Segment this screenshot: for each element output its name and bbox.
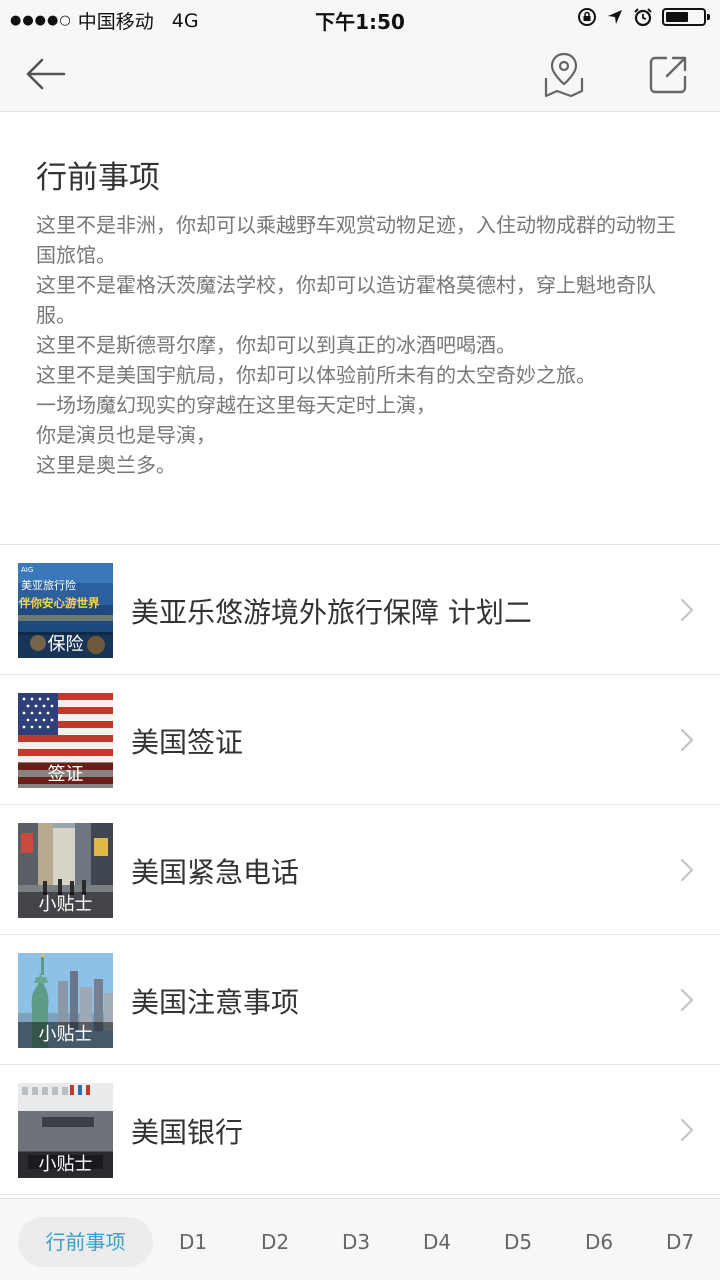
back-arrow-icon[interactable] xyxy=(22,50,70,98)
day-tab-bar: 行前事项 D1 D2 D3 D4 D5 D6 D7 xyxy=(0,1198,720,1280)
tab-pre-trip[interactable]: 行前事项 xyxy=(18,1217,153,1267)
list-item-notices[interactable]: 小贴士 美国注意事项 xyxy=(0,935,720,1065)
tab-d6[interactable]: D6 xyxy=(573,1217,625,1267)
intro-section: 行前事项 这里不是非洲，你却可以乘越野车观赏动物足迹，入住动物成群的动物王国旅馆… xyxy=(0,112,720,544)
thumbnail-badge: 小贴士 xyxy=(18,1022,113,1048)
list-item-title: 美国注意事项 xyxy=(131,986,300,1019)
intro-line: 你是演员也是导演， xyxy=(36,423,216,447)
thumbnail-badge: 签证 xyxy=(18,762,113,788)
intro-line: 一场场魔幻现实的穿越在这里每天定时上演， xyxy=(36,393,436,417)
list-item-insurance[interactable]: AIG 美亚旅行险 伴你安心游世界 保险 美亚乐悠游境外旅行保障 计划二 xyxy=(0,545,720,675)
thumb-headline-1: 美亚旅行险 xyxy=(21,578,76,592)
street-thumbnail: 小贴士 xyxy=(18,823,113,918)
intro-line: 这里不是霍格沃茨魔法学校，你却可以造访霍格莫德村，穿上魁地奇队服。 xyxy=(36,273,656,327)
intro-line: 这里不是非洲，你却可以乘越野车观赏动物足迹，入住动物成群的动物王国旅馆。 xyxy=(36,213,676,267)
share-icon[interactable] xyxy=(645,50,693,98)
thumb-headline-2: 伴你安心游世界 xyxy=(18,596,100,610)
list-item-title: 美亚乐悠游境外旅行保障 计划二 xyxy=(131,596,532,629)
tab-d4[interactable]: D4 xyxy=(411,1217,463,1267)
chevron-right-icon xyxy=(680,728,694,752)
chevron-right-icon xyxy=(680,1118,694,1142)
chevron-right-icon xyxy=(680,598,694,622)
rotation-lock-icon xyxy=(578,8,596,26)
tab-d3[interactable]: D3 xyxy=(330,1217,382,1267)
list-item-title: 美国银行 xyxy=(131,1116,244,1149)
nav-bar xyxy=(0,36,720,112)
tab-d1[interactable]: D1 xyxy=(168,1217,218,1267)
chevron-right-icon xyxy=(680,988,694,1012)
tab-d2[interactable]: D2 xyxy=(249,1217,301,1267)
statue-of-liberty-thumbnail: 小贴士 xyxy=(18,953,113,1048)
thumbnail-badge: 保险 xyxy=(18,632,113,658)
insurance-thumbnail: AIG 美亚旅行险 伴你安心游世界 保险 xyxy=(18,563,113,658)
map-pin-icon[interactable] xyxy=(540,48,588,100)
status-bar: ●●●●○ 中国移动 4G 下午1:50 xyxy=(0,0,720,36)
thumbnail-badge: 小贴士 xyxy=(18,892,113,918)
list-item-title: 美国签证 xyxy=(131,726,244,759)
intro-line: 这里是奥兰多。 xyxy=(36,453,176,477)
battery-icon xyxy=(662,8,710,26)
intro-line: 这里不是美国宇航局，你却可以体验前所未有的太空奇妙之旅。 xyxy=(36,363,596,387)
thumb-brand-text: AIG xyxy=(21,566,33,574)
visa-thumbnail: 签证 xyxy=(18,693,113,788)
prep-list: AIG 美亚旅行险 伴你安心游世界 保险 美亚乐悠游境外旅行保障 计划二 签证 … xyxy=(0,545,720,1195)
tab-d5[interactable]: D5 xyxy=(492,1217,544,1267)
list-item-emergency-phone[interactable]: 小贴士 美国紧急电话 xyxy=(0,805,720,935)
status-right xyxy=(577,7,710,27)
intro-line: 这里不是斯德哥尔摩，你却可以到真正的冰酒吧喝酒。 xyxy=(36,333,516,357)
intro-text: 这里不是非洲，你却可以乘越野车观赏动物足迹，入住动物成群的动物王国旅馆。 这里不… xyxy=(36,210,692,480)
bank-building-thumbnail: 小贴士 xyxy=(18,1083,113,1178)
section-title: 行前事项 xyxy=(36,160,160,196)
list-item-bank[interactable]: 小贴士 美国银行 xyxy=(0,1065,720,1195)
tab-d7[interactable]: D7 xyxy=(654,1217,706,1267)
alarm-icon xyxy=(634,8,652,27)
thumbnail-badge: 小贴士 xyxy=(18,1152,113,1178)
chevron-right-icon xyxy=(680,858,694,882)
list-item-visa[interactable]: 签证 美国签证 xyxy=(0,675,720,805)
list-item-title: 美国紧急电话 xyxy=(131,856,300,889)
location-arrow-icon xyxy=(608,10,622,24)
